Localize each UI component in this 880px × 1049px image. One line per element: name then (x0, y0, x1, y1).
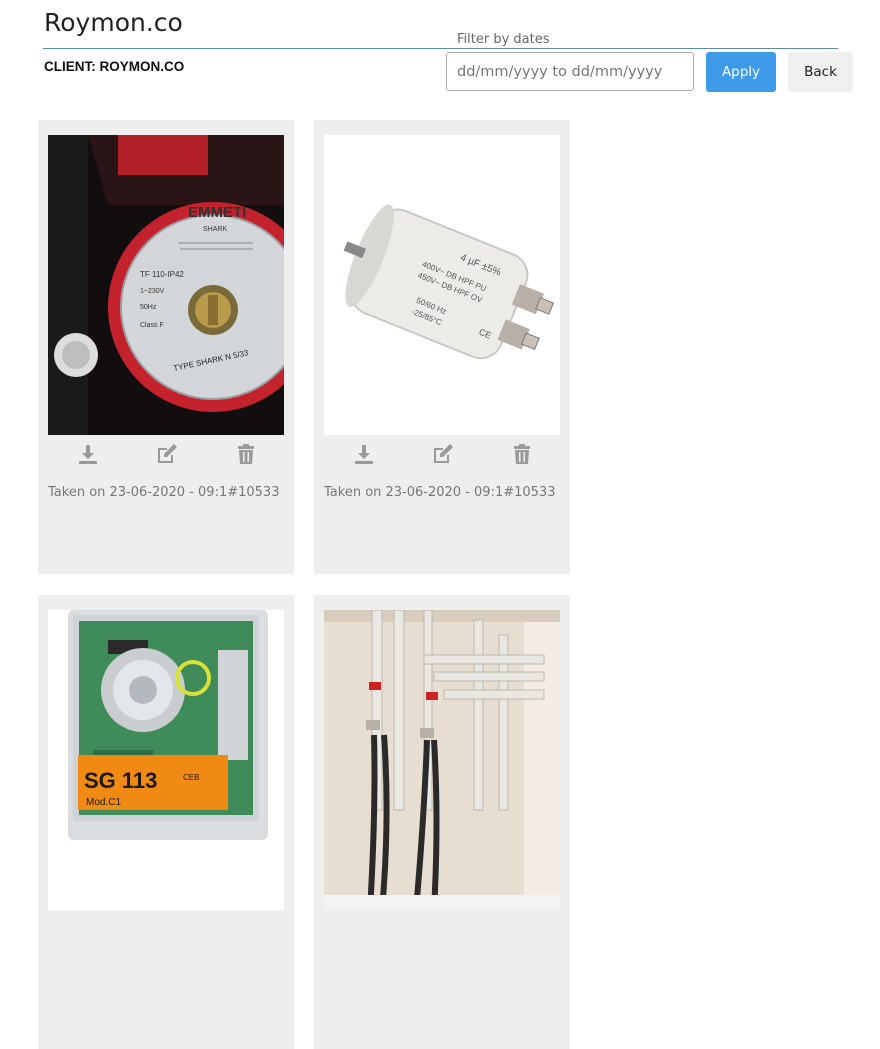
pump-class-text: Class F (140, 322, 164, 329)
controller-model-text: SG 113 (84, 768, 157, 793)
trash-icon[interactable] (510, 442, 534, 466)
page-title: Roymon.co (44, 8, 183, 37)
pump-voltage-text: 1~230V (140, 288, 165, 295)
apply-button[interactable]: Apply (706, 52, 776, 92)
download-icon[interactable] (352, 442, 376, 466)
pipes-photo[interactable] (324, 610, 560, 910)
back-button[interactable]: Back (788, 52, 853, 92)
capacitor-photo[interactable]: 4 µF ±5% 400V~ DB HPF PU 450V~ DB HPF OV… (324, 135, 560, 435)
filter-label: Filter by dates (457, 32, 550, 47)
pump-frequency-text: 50Hz (140, 304, 157, 311)
pump-photo[interactable]: EMMETI SHARK TF 110-IP42 1~230V 50Hz Cla… (48, 135, 284, 435)
pump-spec-text: TF 110-IP42 (140, 270, 184, 279)
photo-caption: Taken on 23-06-2020 - 09:1#10533 (324, 485, 556, 500)
photo-card: SG 113 Mod.C1 CEB (38, 595, 294, 1049)
edit-icon[interactable] (155, 442, 179, 466)
controller-ceb-text: CEB (183, 773, 199, 782)
pump-model-text: SHARK (203, 226, 227, 233)
photo-caption: Taken on 23-06-2020 - 09:1#10533 (48, 485, 280, 500)
card-actions (38, 442, 294, 472)
edit-icon[interactable] (431, 442, 455, 466)
date-range-input[interactable] (446, 52, 694, 91)
pump-brand-text: EMMETI (188, 204, 246, 221)
card-actions (314, 442, 570, 472)
photo-card: 4 µF ±5% 400V~ DB HPF PU 450V~ DB HPF OV… (314, 120, 570, 574)
photo-card (314, 595, 570, 1049)
download-icon[interactable] (76, 442, 100, 466)
photo-card: EMMETI SHARK TF 110-IP42 1~230V 50Hz Cla… (38, 120, 294, 574)
client-label: CLIENT: ROYMON.CO (44, 59, 185, 74)
controller-photo[interactable]: SG 113 Mod.C1 CEB (48, 610, 284, 910)
trash-icon[interactable] (234, 442, 258, 466)
header-divider (43, 48, 838, 49)
